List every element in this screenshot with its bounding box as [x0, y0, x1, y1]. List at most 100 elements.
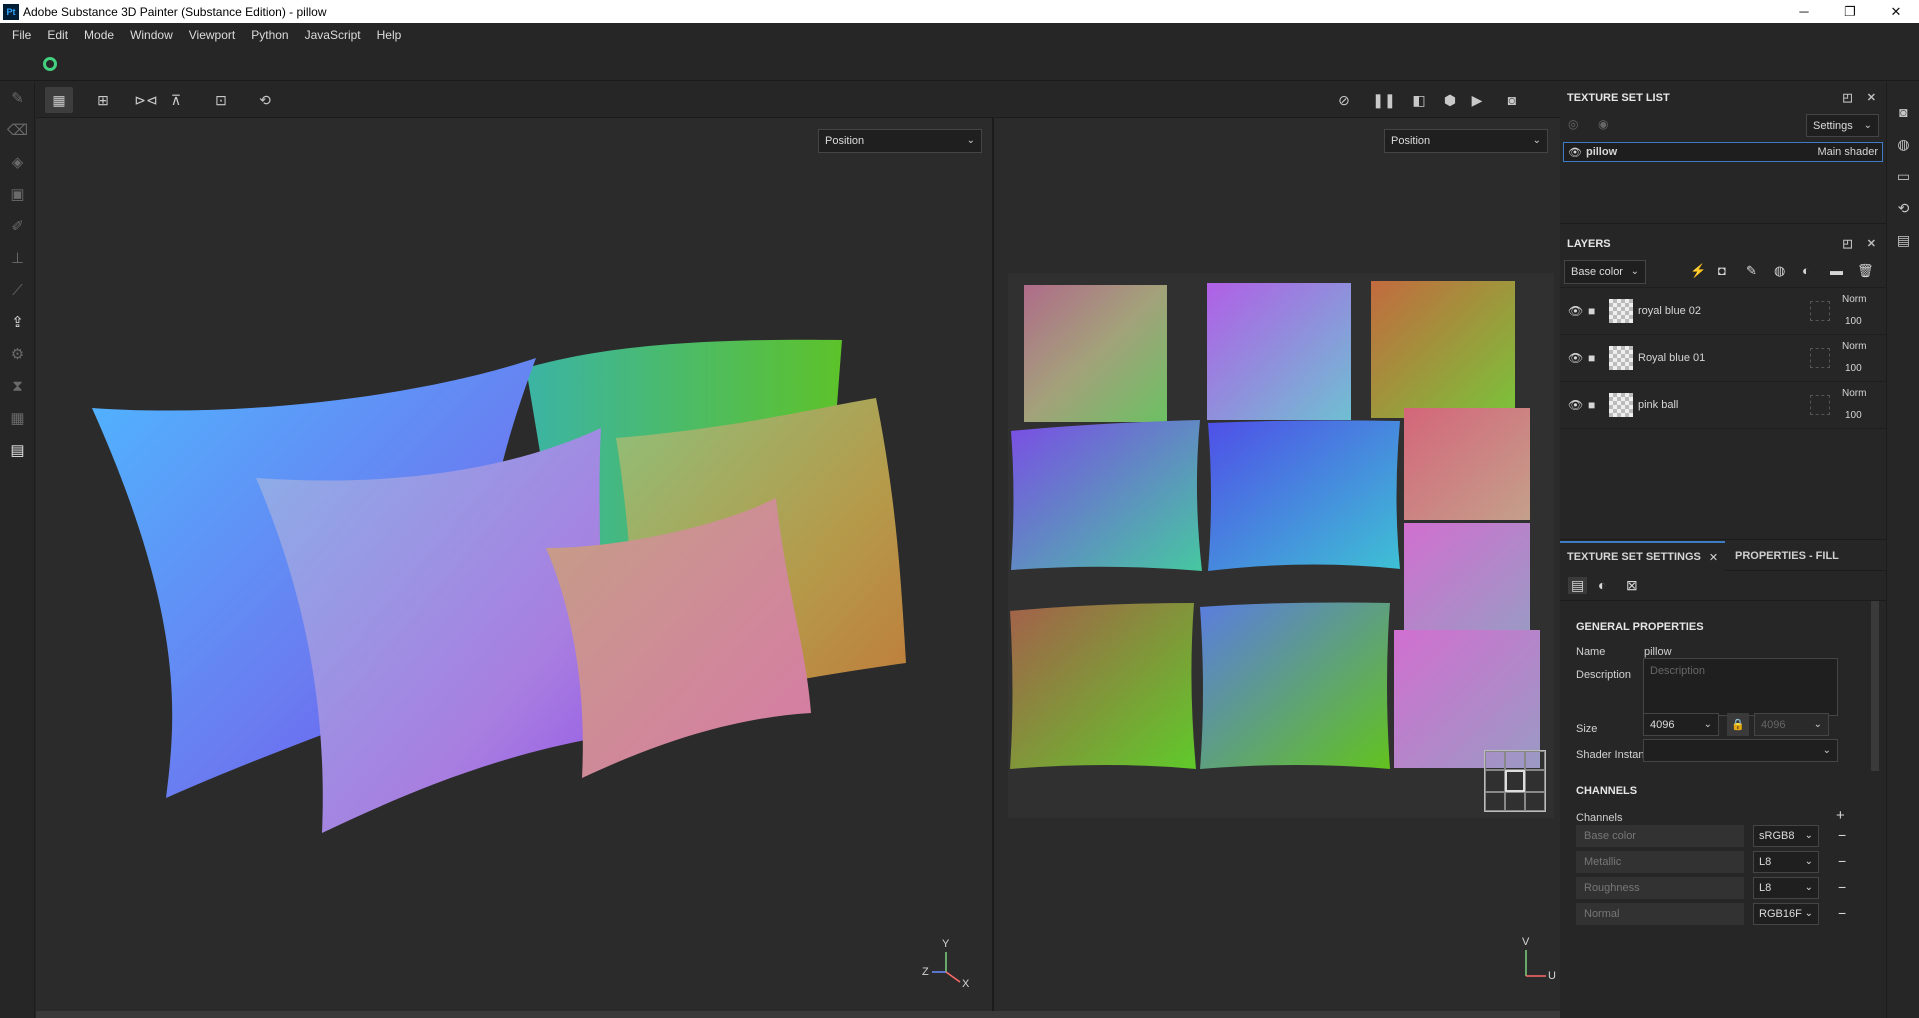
layer-mask-slot[interactable]: [1810, 395, 1830, 415]
delete-layer-icon[interactable]: 🗑: [1857, 263, 1874, 279]
color-picker-tool-icon[interactable]: ⟋: [0, 274, 35, 306]
settings-scrollbar[interactable]: [1871, 601, 1879, 771]
menu-viewport[interactable]: Viewport: [181, 28, 243, 42]
uv-tile-navigator[interactable]: [1484, 750, 1546, 812]
texture-set-settings-dropdown[interactable]: Settings ⌄: [1806, 114, 1879, 137]
eye-icon[interactable]: 👁: [1568, 351, 1583, 365]
channel-format-dropdown[interactable]: sRGB8 ⌄: [1753, 825, 1819, 847]
name-value[interactable]: pillow: [1644, 646, 1672, 658]
screenshot-camera-icon[interactable]: ◙: [1498, 87, 1526, 113]
viewport-3d[interactable]: Position ⌄ Y Z X: [36, 118, 992, 1011]
add-paint-layer-icon[interactable]: ✎: [1746, 263, 1757, 279]
add-fill-layer-icon[interactable]: ◍: [1774, 263, 1785, 279]
frame-icon[interactable]: ⊡: [207, 87, 235, 113]
show-all-icon[interactable]: ◉: [1598, 117, 1608, 131]
eye-icon[interactable]: 👁: [1568, 304, 1583, 318]
minimize-button[interactable]: ─: [1781, 0, 1827, 23]
shelf-icon[interactable]: ▭: [1887, 160, 1919, 192]
layer-channel-dropdown[interactable]: Base color ⌄: [1564, 260, 1646, 284]
lock-icon[interactable]: 🔒: [1727, 713, 1749, 736]
single-view-icon[interactable]: ▦: [45, 87, 73, 113]
hide-icon[interactable]: ⊘: [1330, 87, 1358, 113]
eye-icon[interactable]: 👁: [1568, 146, 1582, 159]
close-panel-icon[interactable]: ✕: [1867, 91, 1876, 104]
remove-channel-icon[interactable]: −: [1838, 879, 1846, 895]
eraser-tool-icon[interactable]: ⌫: [0, 114, 35, 146]
blend-mode-dropdown[interactable]: Norm: [1842, 294, 1866, 305]
split-view-icon[interactable]: ◧: [1405, 87, 1433, 113]
shader-icon[interactable]: ◐: [1598, 577, 1606, 593]
viewport-2d-channel-dropdown[interactable]: Position ⌄: [1384, 129, 1548, 153]
smudge-tool-icon[interactable]: ✐: [0, 210, 35, 242]
layer-opacity[interactable]: 100: [1845, 410, 1862, 421]
layer-row[interactable]: 👁 ■ Royal blue 01 Norm 100: [1560, 335, 1886, 382]
blend-mode-dropdown[interactable]: Norm: [1842, 341, 1866, 352]
menu-python[interactable]: Python: [243, 28, 296, 42]
symmetry-icon[interactable]: ⊳⊲: [132, 87, 160, 113]
menu-help[interactable]: Help: [369, 28, 410, 42]
close-window-button[interactable]: ✕: [1873, 0, 1919, 23]
paint-brush-tool-icon[interactable]: ✎: [0, 82, 35, 114]
texture-set-item[interactable]: 👁 pillow Main shader: [1563, 142, 1883, 162]
float-panel-icon[interactable]: ◰: [1842, 237, 1852, 250]
settings-tool-icon[interactable]: ⚙: [0, 338, 35, 370]
eye-icon[interactable]: 👁: [1568, 398, 1583, 412]
texture-set-icon[interactable]: ▤: [1568, 577, 1588, 594]
menu-javascript[interactable]: JavaScript: [297, 28, 369, 42]
add-smart-material-icon[interactable]: ◐: [1802, 263, 1810, 278]
size-dropdown[interactable]: 4096 ⌄: [1643, 713, 1719, 736]
environment-icon[interactable]: ◍: [1887, 128, 1919, 160]
add-channel-icon[interactable]: +: [1836, 807, 1845, 824]
bake-tool-icon[interactable]: ⇪: [0, 306, 35, 338]
remove-channel-icon[interactable]: −: [1838, 905, 1846, 921]
projection-tool-icon[interactable]: ◈: [0, 146, 35, 178]
channel-format-dropdown[interactable]: RGB16F ⌄: [1753, 903, 1819, 925]
hide-all-icon[interactable]: ◎: [1568, 117, 1578, 131]
menu-file[interactable]: File: [4, 28, 39, 42]
viewport-3d-channel-dropdown[interactable]: Position ⌄: [818, 129, 982, 153]
shader-instance-dropdown[interactable]: ⌄: [1643, 739, 1838, 762]
maximize-button[interactable]: ❐: [1827, 0, 1873, 23]
close-tab-icon[interactable]: ✕: [1709, 551, 1718, 564]
remove-channel-icon[interactable]: −: [1838, 853, 1846, 869]
menu-edit[interactable]: Edit: [39, 28, 76, 42]
channel-format-dropdown[interactable]: L8 ⌄: [1753, 877, 1819, 899]
size-height-dropdown[interactable]: 4096 ⌄: [1754, 713, 1829, 736]
channel-format-dropdown[interactable]: L8 ⌄: [1753, 851, 1819, 873]
baking-icon[interactable]: ⊠: [1626, 577, 1638, 594]
menu-mode[interactable]: Mode: [76, 28, 122, 42]
clone-stamp-tool-icon[interactable]: ⊥: [0, 242, 35, 274]
camera-video-icon[interactable]: ▶: [1463, 87, 1491, 113]
measure-tool-icon[interactable]: ▤: [0, 434, 35, 466]
float-panel-icon[interactable]: ◰: [1842, 91, 1852, 104]
remove-channel-icon[interactable]: −: [1838, 827, 1846, 843]
mirror-vertical-icon[interactable]: ⊼: [162, 87, 190, 113]
uv-tool-icon[interactable]: ▦: [0, 402, 35, 434]
add-effect-icon[interactable]: ⚡: [1690, 263, 1706, 279]
display-settings-icon[interactable]: ◙: [1887, 96, 1919, 128]
pause-icon[interactable]: ❚❚: [1370, 87, 1398, 113]
layer-mask-slot[interactable]: [1810, 348, 1830, 368]
log-icon[interactable]: ▤: [1887, 224, 1919, 256]
close-panel-icon[interactable]: ✕: [1867, 237, 1876, 250]
tab-properties-fill[interactable]: PROPERTIES - FILL: [1728, 541, 1846, 571]
tab-texture-set-settings[interactable]: TEXTURE SET SETTINGS ✕: [1560, 541, 1726, 571]
layer-row[interactable]: 👁 ■ pink ball Norm 100: [1560, 382, 1886, 429]
geometry-mask-tool-icon[interactable]: ⧗: [0, 370, 35, 402]
menu-window[interactable]: Window: [122, 28, 181, 42]
add-mask-icon[interactable]: ◘: [1718, 263, 1726, 278]
texture-set-shader[interactable]: Main shader: [1817, 146, 1878, 158]
layer-opacity[interactable]: 100: [1845, 363, 1862, 374]
cube-view-icon[interactable]: ⬢: [1436, 87, 1464, 113]
layer-row[interactable]: 👁 ■ royal blue 02 Norm 100: [1560, 288, 1886, 335]
history-icon[interactable]: ⟲: [251, 87, 279, 113]
blend-mode-dropdown[interactable]: Norm: [1842, 388, 1866, 399]
history-panel-icon[interactable]: ⟲: [1887, 192, 1919, 224]
grid-view-icon[interactable]: ⊞: [89, 87, 117, 113]
layer-mask-slot[interactable]: [1810, 301, 1830, 321]
viewport-2d[interactable]: Position ⌄ V U: [994, 118, 1560, 1011]
description-field[interactable]: Description: [1643, 658, 1838, 716]
layer-opacity[interactable]: 100: [1845, 316, 1862, 327]
polygon-fill-tool-icon[interactable]: ▣: [0, 178, 35, 210]
add-folder-icon[interactable]: ▬: [1830, 263, 1843, 278]
